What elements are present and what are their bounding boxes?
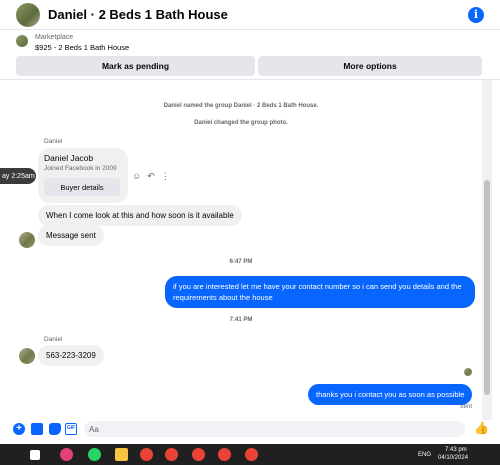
language-indicator[interactable]: ENG [418,452,431,458]
message-thread: Daniel named the group Daniel · 2 Beds 1… [0,80,482,420]
app-icon[interactable] [60,448,73,461]
message-input[interactable]: Aa [84,421,465,437]
group-avatar[interactable] [16,2,40,27]
system-message: Daniel changed the group photo. [194,120,288,126]
scrollbar-thumb[interactable] [484,180,490,395]
folder-icon[interactable] [115,448,128,461]
clock-date[interactable]: 04/10/2024 [438,455,468,461]
message-bubble-in: 563-223-3209 [38,345,104,366]
marketplace-label: Marketplace [35,34,74,41]
more-options-button[interactable]: More options [258,56,482,76]
clock-time[interactable]: 7:43 pm [445,447,467,453]
message-bubble-in: When I come look at this and how soon is… [38,205,242,226]
listing-thumbnail[interactable] [16,35,28,47]
seen-avatar [464,368,472,376]
timestamp: 7:41 PM [229,317,253,323]
sender-name: Daniel [44,138,63,145]
plus-icon[interactable]: + [13,423,25,435]
buyer-details-button[interactable]: Buyer details [44,178,120,196]
scrollbar[interactable] [482,80,492,420]
sticker-icon[interactable] [49,423,61,435]
chat-title[interactable]: Daniel · 2 Beds 1 Bath House [48,7,228,22]
buyer-joined: Joined Facebook in 2009 [44,165,117,172]
buyer-name: Daniel Jacob [44,153,94,163]
chrome-icon[interactable] [218,448,231,461]
buyer-card: Daniel Jacob Joined Facebook in 2009 Buy… [38,148,128,203]
timestamp: 6:47 PM [229,259,253,265]
reply-icon[interactable]: ↶ [147,171,155,182]
timestamp-tooltip: ay 2:25am [0,168,36,184]
chrome-icon[interactable] [192,448,205,461]
mark-as-pending-button[interactable]: Mark as pending [16,56,255,76]
chrome-icon[interactable] [245,448,258,461]
taskview-icon[interactable] [30,450,40,460]
listing-title[interactable]: $925 - 2 Beds 1 Bath House [35,43,129,52]
image-icon[interactable] [31,423,43,435]
message-bubble-out: thanks you i contact you as soon as poss… [308,384,473,405]
react-icon[interactable]: ☺ [132,171,141,182]
chrome-icon[interactable] [140,448,153,461]
thumbs-up-icon[interactable]: 👍 [474,421,489,435]
sender-name: Daniel [44,336,63,343]
chrome-icon[interactable] [165,448,178,461]
message-actions: ☺ ↶ ⋮ [132,171,170,182]
sender-avatar[interactable] [19,232,35,248]
more-icon[interactable]: ⋮ [161,171,170,182]
sender-avatar[interactable] [19,348,35,364]
system-message: Daniel named the group Daniel · 2 Beds 1… [163,103,319,109]
whatsapp-icon[interactable] [88,448,101,461]
sent-status: Sent [459,404,472,410]
gif-icon[interactable]: GIF [65,423,77,435]
message-bubble-out: if you are interested let me have your c… [165,276,475,308]
chat-header: Daniel · 2 Beds 1 Bath House i [0,0,500,30]
message-bubble-in: Message sent [38,225,104,246]
info-icon[interactable]: i [468,7,484,23]
